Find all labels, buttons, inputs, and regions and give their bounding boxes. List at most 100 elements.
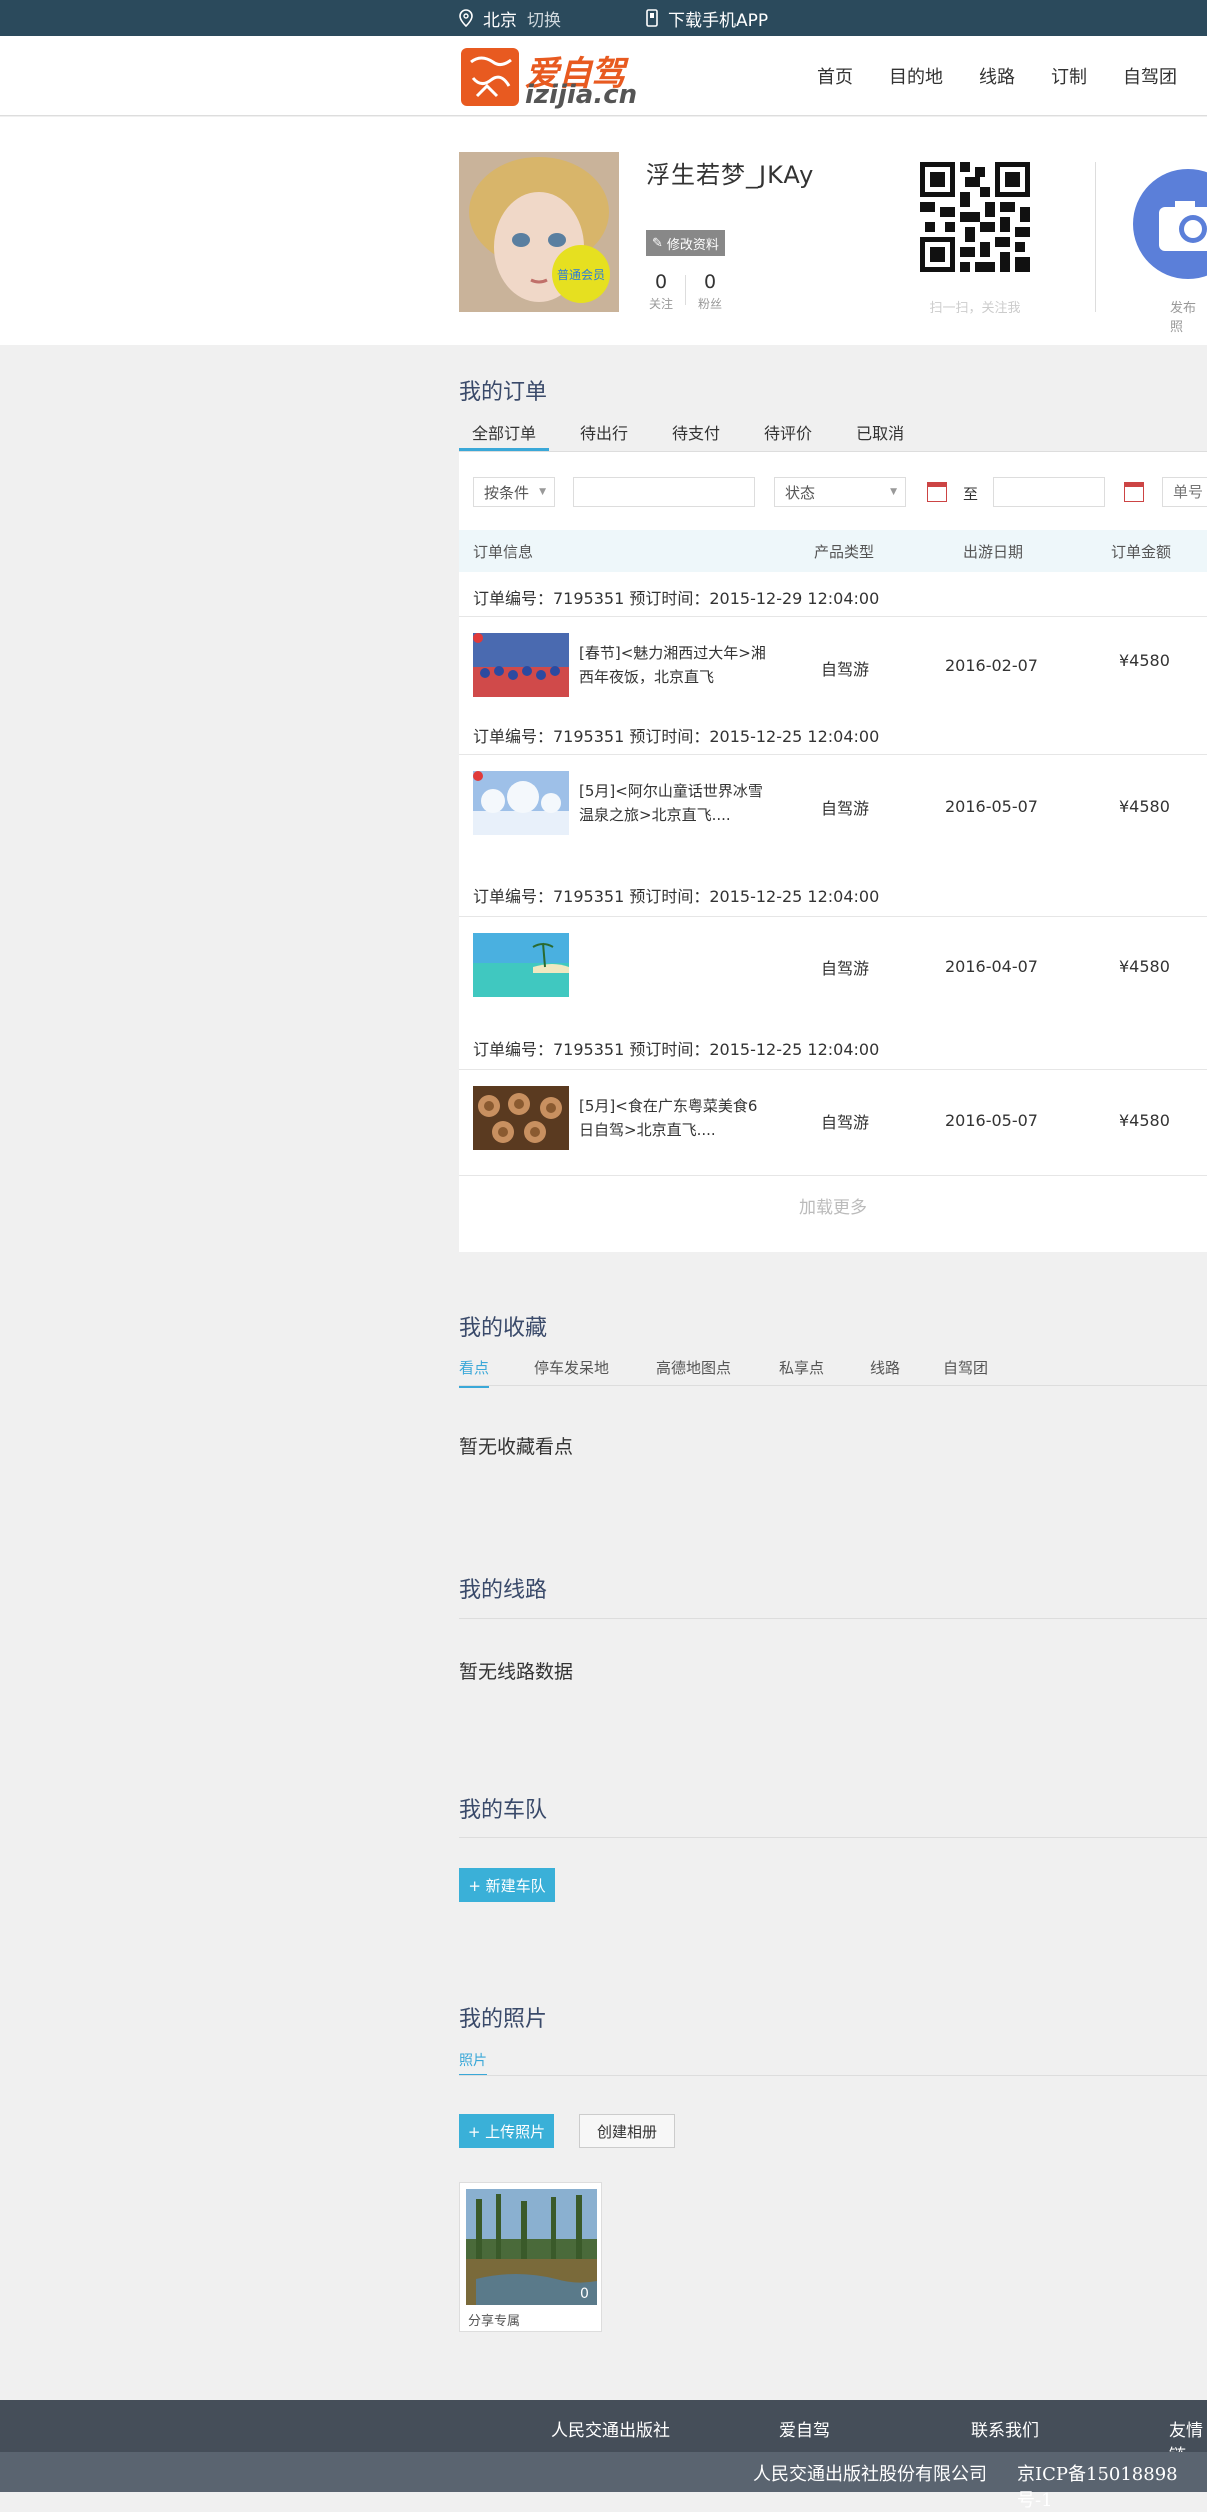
favorites-tabs: 看点 停车发呆地 高德地图点 私享点 线路 自驾团 [459, 1353, 1207, 1388]
footer-link-publisher[interactable]: 人民交通出版社 [551, 2416, 670, 2441]
tab-parking-spots[interactable]: 停车发呆地 [534, 1357, 609, 1378]
calendar-icon[interactable] [1124, 482, 1144, 502]
footer-links: 人民交通出版社 爱自驾 联系我们 友情链 [0, 2400, 1207, 2466]
travel-date: 2016-05-07 [945, 797, 1038, 816]
site-logo[interactable]: 爱自驾 izijia.cn [459, 44, 639, 110]
publish-photo-button[interactable] [1133, 169, 1207, 279]
condition-select[interactable]: 按条件 ▼ [473, 477, 555, 507]
album-photo-count: 0 [580, 2286, 589, 2302]
product-type: 自驾游 [821, 660, 870, 679]
col-travel-date: 出游日期 [963, 543, 1024, 561]
nav-routes[interactable]: 线路 [979, 63, 1015, 89]
nav-custom[interactable]: 订制 [1051, 63, 1087, 89]
tab-highlights[interactable]: 看点 [459, 1357, 490, 1388]
pencil-icon: ✎ [652, 235, 663, 251]
profile-divider [1095, 162, 1096, 312]
camera-icon [1159, 201, 1207, 251]
publish-photo-label: 发布照 [1170, 301, 1197, 335]
tab-amap-points[interactable]: 高德地图点 [656, 1357, 731, 1378]
download-app-label: 下载手机APP [668, 10, 769, 31]
qr-code [920, 162, 1030, 272]
top-bar: 北京 切换 下载手机APP [0, 0, 1207, 36]
site-header: 爱自驾 izijia.cn 首页 目的地 线路 订制 自驾团 [0, 36, 1207, 116]
tab-routes[interactable]: 线路 [870, 1357, 900, 1378]
table-row[interactable]: [5月]<食在广东粤菜美食6日自驾>北京直飞.... 自驾游 2016-05-0… [459, 1069, 1207, 1175]
new-team-button[interactable]: + 新建车队 [459, 1868, 555, 1902]
product-name[interactable]: [5月]<阿尔山童话世界冰雪温泉之旅>北京直飞.... [579, 779, 769, 827]
team-title: 我的车队 [459, 1798, 548, 1823]
table-row[interactable]: 自驾游 2016-04-07 ¥4580 [459, 916, 1207, 1021]
col-amount: 订单金额 [1111, 543, 1172, 561]
travel-date: 2016-02-07 [945, 656, 1038, 675]
tab-pending-review[interactable]: 待评价 [751, 410, 825, 451]
chevron-down-icon: ▼ [539, 487, 546, 497]
chevron-down-icon: ▼ [890, 487, 897, 497]
order-number: 订单编号：7195351 预订时间：2015-12-25 12:04:00 [473, 887, 880, 906]
member-badge: 普通会员 [552, 245, 610, 303]
condition-select-value: 按条件 [484, 483, 530, 502]
nav-group-tour[interactable]: 自驾团 [1123, 63, 1177, 89]
footer-copyright: 人民交通出版社股份有限公司 京ICP备15018898号-1 [0, 2452, 1207, 2511]
calendar-icon[interactable] [927, 482, 947, 502]
order-number: 订单编号：7195351 预订时间：2015-12-25 12:04:00 [473, 727, 880, 746]
order-no-input[interactable] [1162, 477, 1207, 507]
product-type: 自驾游 [821, 799, 870, 818]
main-nav: 首页 目的地 线路 订制 自驾团 [817, 36, 1207, 116]
follow-stat[interactable]: 0 关注 [646, 271, 676, 312]
stat-divider [685, 275, 686, 305]
follow-count: 0 [654, 271, 668, 293]
tab-group-tours[interactable]: 自驾团 [943, 1357, 988, 1378]
fans-count: 0 [703, 271, 717, 293]
photos-divider [459, 2075, 1207, 2076]
nav-destination[interactable]: 目的地 [889, 63, 943, 89]
date-range-to: 至 [963, 485, 979, 503]
create-album-button[interactable]: 创建相册 [579, 2114, 675, 2148]
logo-domain: izijia.cn [525, 80, 638, 110]
tab-pending-payment[interactable]: 待支付 [659, 410, 733, 451]
keyword-input[interactable] [573, 477, 755, 507]
album-name[interactable]: 分享专属 [468, 2310, 520, 2329]
date-end-input[interactable] [993, 477, 1105, 507]
qr-caption: 扫一扫，关注我 [929, 301, 1021, 316]
col-order-info: 订单信息 [473, 543, 534, 561]
tab-all-orders[interactable]: 全部订单 [459, 410, 550, 451]
table-row[interactable]: [春节]<魅力湘西过大年>湘西年夜饭，北京直飞 自驾游 2016-02-07 ¥… [459, 616, 1207, 718]
download-app-link[interactable]: 下载手机APP [646, 0, 768, 36]
row-divider [459, 1175, 1207, 1176]
fans-stat[interactable]: 0 粉丝 [695, 271, 725, 312]
col-product-type: 产品类型 [814, 543, 875, 561]
nav-home[interactable]: 首页 [817, 63, 853, 89]
tab-photos[interactable]: 照片 [459, 2050, 487, 2076]
load-more-button[interactable]: 加载更多 [459, 1193, 1207, 1218]
product-name[interactable]: [春节]<魅力湘西过大年>湘西年夜饭，北京直飞 [579, 641, 769, 689]
status-select[interactable]: 状态 ▼ [774, 477, 906, 507]
edit-profile-button[interactable]: ✎ 修改资料 [646, 230, 725, 256]
location-switcher[interactable]: 北京 切换 [459, 0, 561, 36]
product-thumbnail [473, 1086, 569, 1150]
edit-profile-label: 修改资料 [666, 237, 719, 253]
order-amount: ¥4580 [1119, 957, 1170, 976]
photos-title: 我的照片 [459, 2007, 548, 2032]
company-name: 人民交通出版社股份有限公司 [753, 2464, 987, 2485]
profile-card: 普通会员 浮生若梦_JKAy ✎ 修改资料 0 关注 0 粉丝 扫一扫，关注我 … [0, 117, 1207, 345]
product-name[interactable]: [5月]<食在广东粤菜美食6日自驾>北京直飞.... [579, 1094, 769, 1142]
product-thumbnail [473, 933, 569, 997]
tab-cancelled[interactable]: 已取消 [843, 410, 917, 451]
order-amount: ¥4580 [1119, 1111, 1170, 1130]
footer-link-contact[interactable]: 联系我们 [971, 2416, 1039, 2441]
orders-table-header: 订单信息 产品类型 出游日期 订单金额 [459, 530, 1207, 572]
product-thumbnail [473, 771, 569, 835]
switch-city-link[interactable]: 切换 [527, 6, 561, 31]
tab-pending-trip[interactable]: 待出行 [567, 410, 641, 451]
album-card[interactable]: 0 分享专属 [459, 2182, 602, 2332]
tab-private-spots[interactable]: 私享点 [779, 1357, 824, 1378]
travel-date: 2016-05-07 [945, 1111, 1038, 1130]
routes-title: 我的线路 [459, 1578, 548, 1603]
upload-photo-button[interactable]: + 上传照片 [459, 2114, 554, 2148]
product-type: 自驾游 [821, 1113, 870, 1132]
icp-number[interactable]: 京ICP备15018898号-1 [1017, 2460, 1207, 2512]
routes-divider [459, 1618, 1207, 1619]
table-row[interactable]: [5月]<阿尔山童话世界冰雪温泉之旅>北京直飞.... 自驾游 2016-05-… [459, 754, 1207, 860]
footer-link-izijia[interactable]: 爱自驾 [779, 2416, 830, 2441]
phone-icon [646, 9, 658, 27]
